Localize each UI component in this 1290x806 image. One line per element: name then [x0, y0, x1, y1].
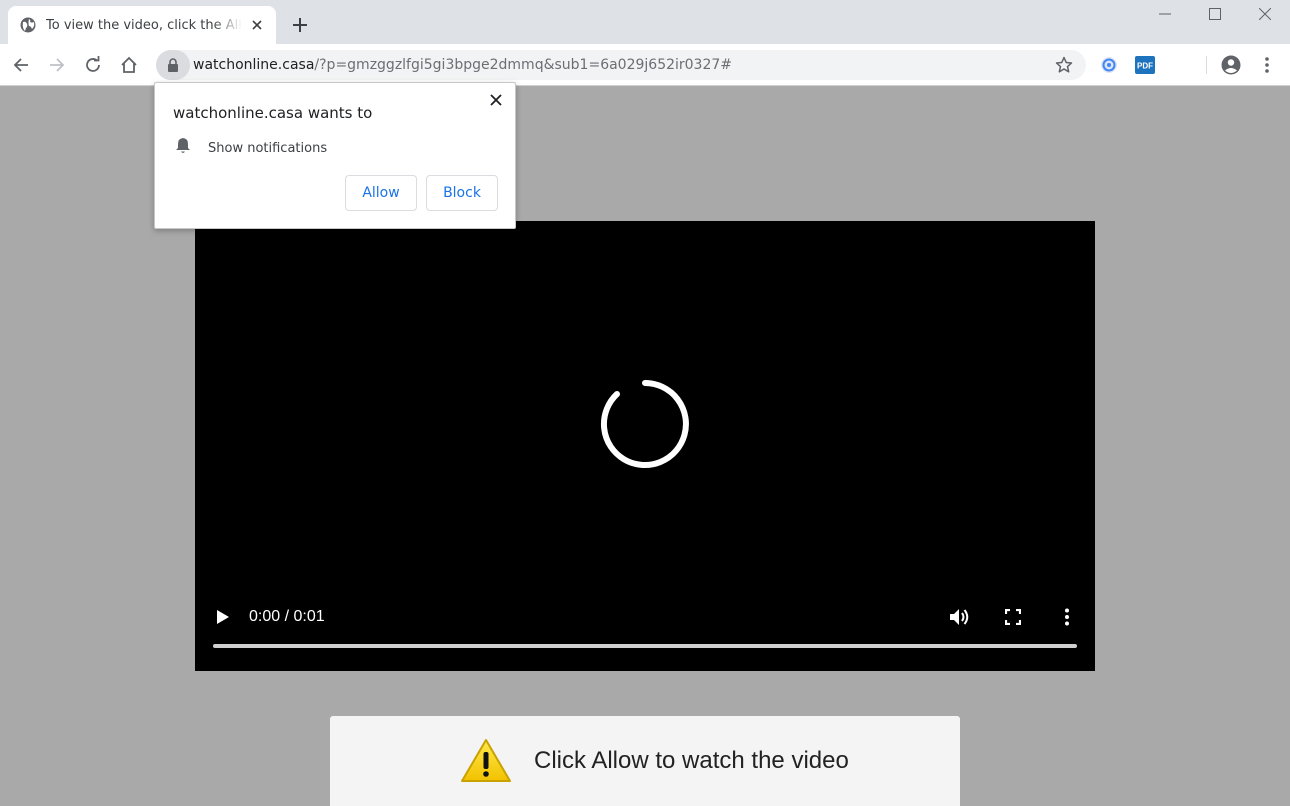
allow-button[interactable]: Allow [345, 175, 417, 211]
video-player[interactable]: 0:00 / 0:01 [195, 221, 1095, 671]
forward-arrow-icon[interactable] [45, 53, 69, 77]
address-bar[interactable]: watchonline.casa/?p=gmzggzlfgi5gi3bpge2d… [156, 50, 1086, 80]
allow-prompt-banner: Click Allow to watch the video [330, 716, 960, 806]
maximize-icon[interactable] [1190, 0, 1240, 28]
play-icon[interactable] [211, 605, 235, 629]
browser-menu-icon[interactable] [1257, 55, 1277, 75]
volume-icon[interactable] [947, 605, 971, 629]
back-arrow-icon[interactable] [9, 53, 33, 77]
window-close-icon[interactable] [1240, 0, 1290, 28]
blue-circle-extension-icon[interactable] [1099, 55, 1119, 75]
profile-avatar-icon[interactable] [1221, 55, 1241, 75]
bookmark-star-icon[interactable] [1054, 55, 1074, 75]
reload-icon[interactable] [81, 53, 105, 77]
minimize-icon[interactable] [1140, 0, 1190, 28]
tab-title: To view the video, click the Allow butto… [46, 17, 242, 33]
block-button[interactable]: Block [426, 175, 498, 211]
popup-close-icon[interactable] [487, 91, 505, 109]
url-host: watchonline.casa [193, 57, 315, 73]
pdf-label: PDF [1137, 62, 1153, 71]
toolbar-separator [1206, 56, 1207, 74]
fullscreen-icon[interactable] [1001, 605, 1025, 629]
tab-strip: To view the video, click the Allow butto… [0, 0, 1290, 44]
url-text: watchonline.casa/?p=gmzggzlfgi5gi3bpge2d… [193, 57, 732, 73]
video-time: 0:00 / 0:01 [249, 608, 325, 625]
tab-close-icon[interactable] [248, 16, 266, 34]
popup-title: watchonline.casa wants to [173, 104, 373, 122]
pdf-extension-icon[interactable]: PDF [1135, 55, 1155, 75]
new-tab-icon[interactable] [288, 13, 312, 37]
bell-icon [175, 137, 191, 159]
browser-tab[interactable]: To view the video, click the Allow butto… [8, 6, 276, 44]
banner-text: Click Allow to watch the video [534, 747, 849, 774]
video-options-icon[interactable] [1055, 605, 1079, 629]
lock-icon[interactable] [156, 50, 190, 80]
url-path: /?p=gmzggzlfgi5gi3bpge2dmmq&sub1=6a029j6… [314, 57, 733, 73]
permission-row: Show notifications [175, 137, 327, 159]
home-icon[interactable] [117, 53, 141, 77]
notification-permission-popup: watchonline.casa wants to Show notificat… [154, 82, 516, 229]
permission-text: Show notifications [208, 140, 328, 156]
browser-toolbar: watchonline.casa/?p=gmzggzlfgi5gi3bpge2d… [0, 44, 1290, 86]
warning-icon [461, 739, 511, 782]
video-progress-bar[interactable] [213, 644, 1077, 648]
globe-icon [20, 17, 36, 33]
loading-spinner [600, 380, 689, 468]
